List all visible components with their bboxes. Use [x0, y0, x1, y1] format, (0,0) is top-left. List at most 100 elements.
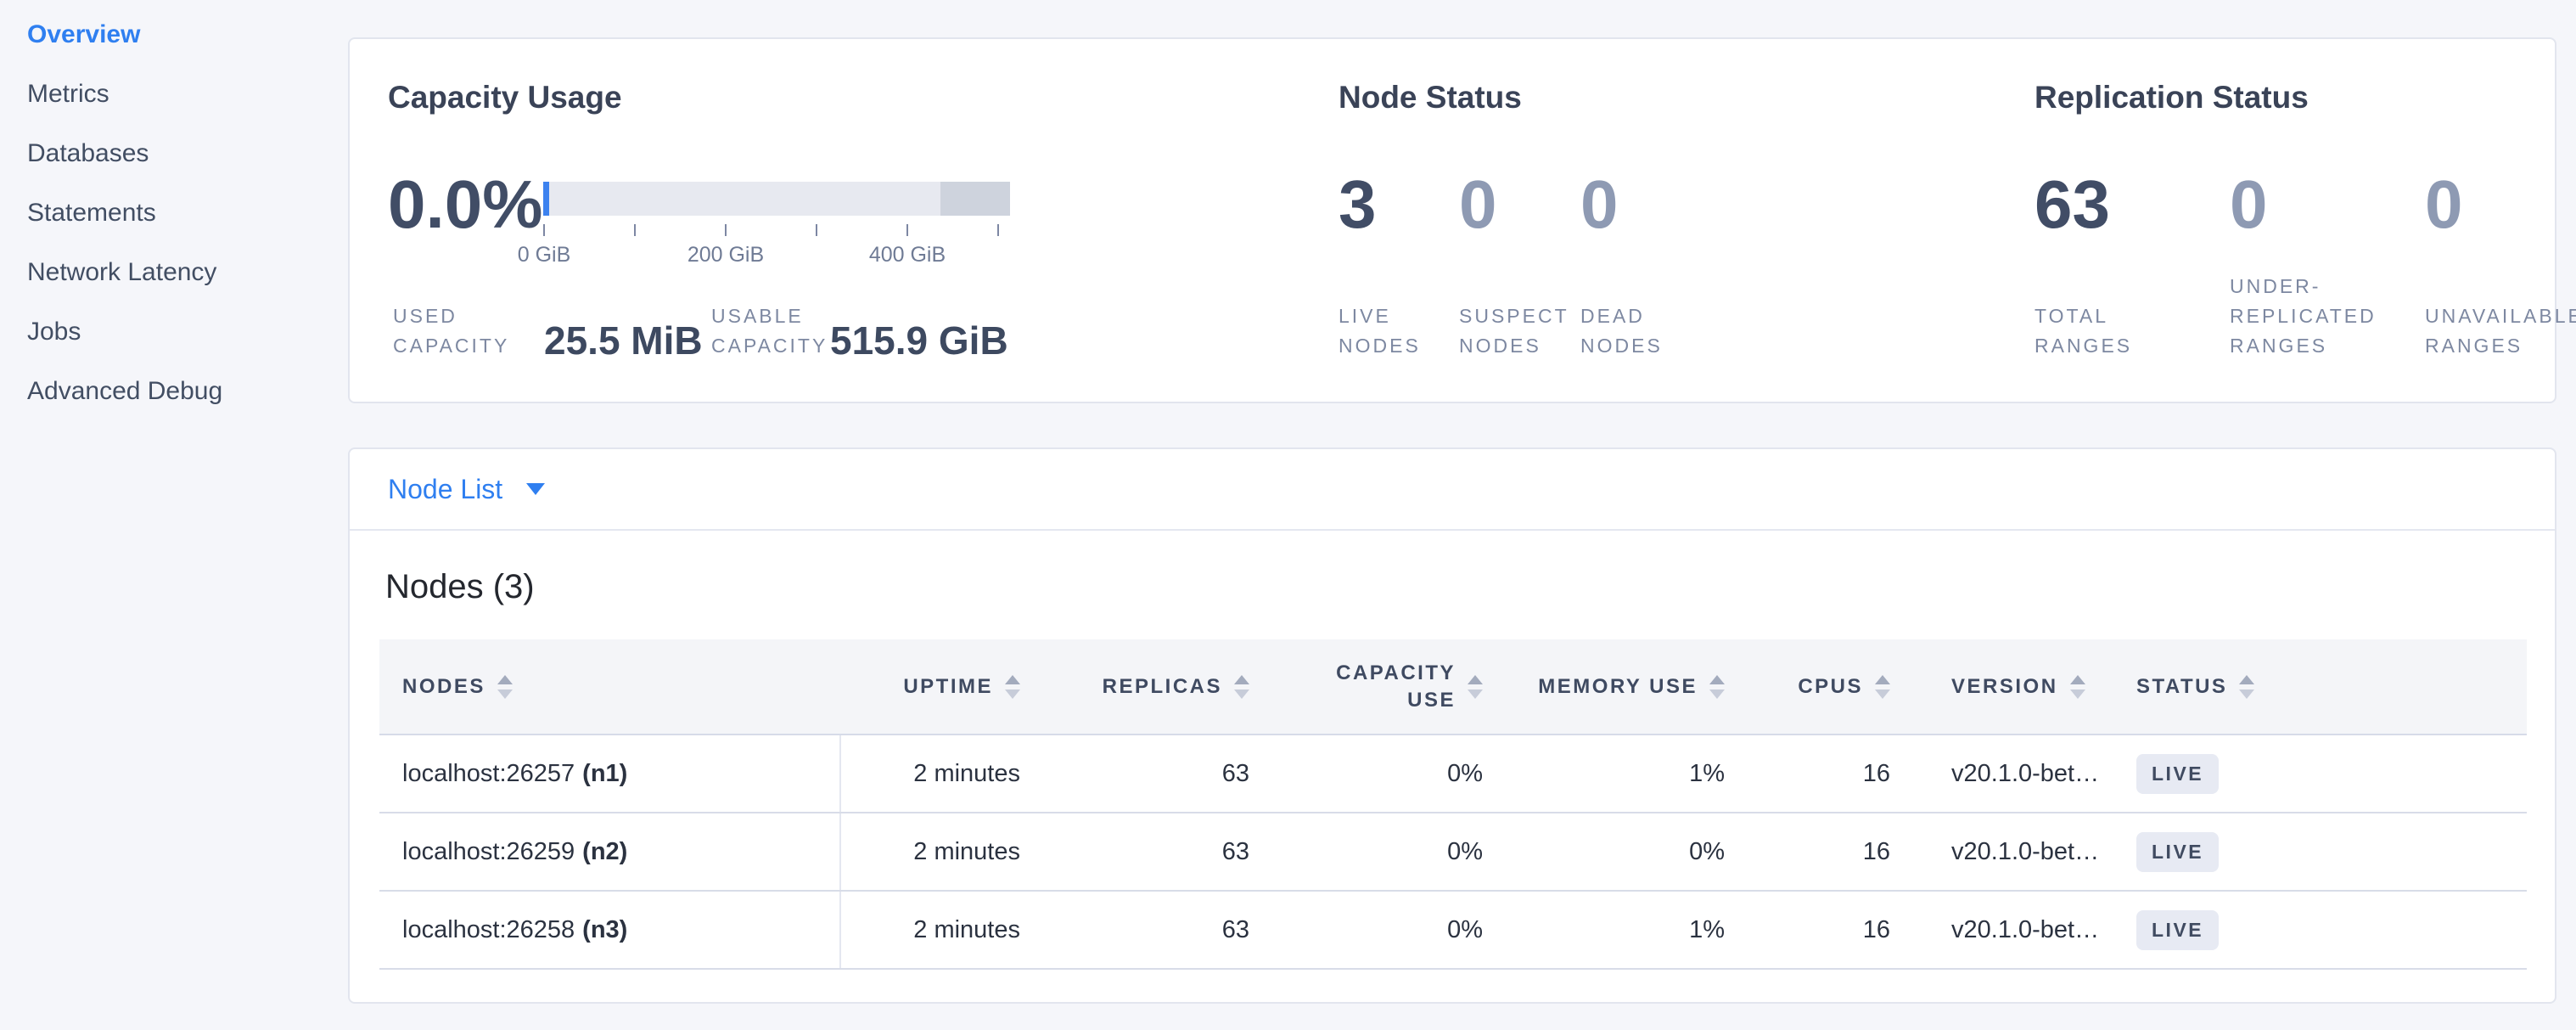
- usable-capacity-label: USABLE CAPACITY: [711, 301, 828, 361]
- label-line: UNAVAILABLE: [2425, 301, 2576, 331]
- sort-icon[interactable]: [2070, 675, 2085, 699]
- live-nodes-label: LIVE NODES: [1339, 301, 1421, 361]
- node-address-cell[interactable]: localhost:26258(n3): [379, 891, 840, 969]
- memory-use-cell: 0%: [1508, 813, 1750, 891]
- status-badge: LIVE: [2136, 832, 2219, 872]
- column-header-replicas[interactable]: REPLICAS: [1046, 639, 1275, 735]
- node-address-cell[interactable]: localhost:26257 (n1): [379, 735, 840, 813]
- label-line: UNDER-: [2230, 272, 2377, 301]
- sort-icon[interactable]: [1875, 675, 1890, 699]
- status-badge: LIVE: [2136, 910, 2219, 950]
- label-line: DEAD: [1580, 301, 1663, 331]
- version-cell: v20.1.0-bet…: [1916, 891, 2119, 969]
- capacity-axis-ticks: [543, 224, 999, 236]
- used-capacity-label-line: USED: [393, 301, 509, 331]
- usable-capacity-label-line: USABLE: [711, 301, 828, 331]
- replicas-cell: 63: [1046, 735, 1275, 813]
- sort-icon[interactable]: [1709, 675, 1725, 699]
- sidebar-item-jobs[interactable]: Jobs: [0, 302, 348, 362]
- under-replicated-ranges-count: 0: [2230, 166, 2268, 243]
- column-label: STATUS: [2136, 675, 2227, 699]
- capacity-usage-title: Capacity Usage: [388, 80, 622, 115]
- label-line: NODES: [1339, 331, 1421, 361]
- memory-use-cell: 1%: [1508, 891, 1750, 969]
- node-address: localhost:26257: [402, 760, 575, 787]
- uptime-cell: 2 minutes: [840, 813, 1046, 891]
- status-cell: LIVE: [2119, 735, 2527, 813]
- column-label: CAPACITY USE: [1320, 660, 1456, 714]
- used-capacity-label-line: CAPACITY: [393, 331, 509, 361]
- sort-icon[interactable]: [1234, 675, 1249, 699]
- nodes-table: NODES UPTIME REPLICAS CAPACITY USE: [379, 639, 2527, 970]
- capacity-axis-label: 400 GiB: [869, 243, 946, 267]
- column-header-nodes[interactable]: NODES: [379, 639, 840, 735]
- sidebar-item-network-latency[interactable]: Network Latency: [0, 243, 348, 302]
- chevron-down-icon: [526, 483, 545, 495]
- dead-nodes-label: DEAD NODES: [1580, 301, 1663, 361]
- column-header-memory-use[interactable]: MEMORY USE: [1508, 639, 1750, 735]
- label-line: NODES: [1459, 331, 1569, 361]
- column-label: VERSION: [1951, 675, 2058, 699]
- total-ranges-count: 63: [2034, 166, 2110, 243]
- column-label: NODES: [402, 675, 485, 699]
- replicas-cell: 63: [1046, 891, 1275, 969]
- view-selector-label: Node List: [388, 474, 502, 505]
- status-badge: LIVE: [2136, 754, 2219, 794]
- table-row[interactable]: localhost:26258(n3) 2 minutes 63 0% 1% 1…: [379, 891, 2527, 969]
- capacity-axis-label: 0 GiB: [518, 243, 571, 267]
- used-capacity-value: 25.5 MiB: [544, 317, 703, 364]
- under-replicated-ranges-label: UNDER- REPLICATED RANGES: [2230, 272, 2377, 361]
- live-nodes-count: 3: [1339, 166, 1377, 243]
- sort-icon[interactable]: [2239, 675, 2254, 699]
- column-label: CPUS: [1798, 675, 1863, 699]
- memory-use-cell: 1%: [1508, 735, 1750, 813]
- table-row[interactable]: localhost:26259(n2) 2 minutes 63 0% 0% 1…: [379, 813, 2527, 891]
- label-line: RANGES: [2230, 331, 2377, 361]
- column-label: REPLICAS: [1103, 675, 1222, 699]
- column-header-cpus[interactable]: CPUS: [1750, 639, 1916, 735]
- sidebar-item-metrics[interactable]: Metrics: [0, 65, 348, 124]
- nodes-table-title: Nodes (3): [385, 566, 2555, 607]
- table-row[interactable]: localhost:26257(n1) 2 minutes 63 0% 1% 1…: [379, 735, 2527, 813]
- capacity-bar-reserved-segment: [940, 182, 1010, 216]
- usable-capacity-label-line: CAPACITY: [711, 331, 828, 361]
- node-id: (n2): [582, 838, 627, 865]
- label-line: LIVE: [1339, 301, 1421, 331]
- usable-capacity-value: 515.9 GiB: [830, 317, 1008, 364]
- column-header-uptime[interactable]: UPTIME: [840, 639, 1046, 735]
- node-id: (n1): [582, 760, 627, 787]
- column-label: UPTIME: [903, 675, 993, 699]
- capacity-use-cell: 0%: [1275, 813, 1508, 891]
- column-header-capacity-use[interactable]: CAPACITY USE: [1275, 639, 1508, 735]
- unavailable-ranges-count: 0: [2425, 166, 2463, 243]
- sidebar-item-advanced-debug[interactable]: Advanced Debug: [0, 362, 348, 421]
- label-line: RANGES: [2034, 331, 2132, 361]
- node-address-cell[interactable]: localhost:26259(n2): [379, 813, 840, 891]
- status-cell: LIVE: [2119, 813, 2527, 891]
- suspect-nodes-label: SUSPECT NODES: [1459, 301, 1569, 361]
- sidebar-item-statements[interactable]: Statements: [0, 183, 348, 243]
- sidebar: Overview Metrics Databases Statements Ne…: [0, 0, 348, 1030]
- version-cell: v20.1.0-bet…: [1916, 735, 2119, 813]
- column-label: MEMORY USE: [1538, 675, 1698, 699]
- status-cell: LIVE: [2119, 891, 2527, 969]
- capacity-bar-used-segment: [543, 182, 549, 216]
- label-line: NODES: [1580, 331, 1663, 361]
- suspect-nodes-count: 0: [1459, 166, 1497, 243]
- view-selector-dropdown[interactable]: Node List: [350, 449, 2555, 531]
- replicas-cell: 63: [1046, 813, 1275, 891]
- node-id: (n3): [582, 916, 627, 943]
- sort-icon[interactable]: [1005, 675, 1020, 699]
- sidebar-item-databases[interactable]: Databases: [0, 124, 348, 183]
- sort-icon[interactable]: [1468, 675, 1483, 699]
- column-header-version[interactable]: VERSION: [1916, 639, 2119, 735]
- label-line: RANGES: [2425, 331, 2576, 361]
- column-header-status[interactable]: STATUS: [2119, 639, 2527, 735]
- sort-icon[interactable]: [497, 675, 513, 699]
- total-ranges-label: TOTAL RANGES: [2034, 301, 2132, 361]
- node-list-card: Node List Nodes (3) NODES UPTIME: [348, 447, 2556, 1004]
- capacity-usage-bar: [543, 182, 1010, 216]
- uptime-cell: 2 minutes: [840, 735, 1046, 813]
- capacity-axis-label: 200 GiB: [687, 243, 764, 267]
- sidebar-item-overview[interactable]: Overview: [0, 5, 348, 65]
